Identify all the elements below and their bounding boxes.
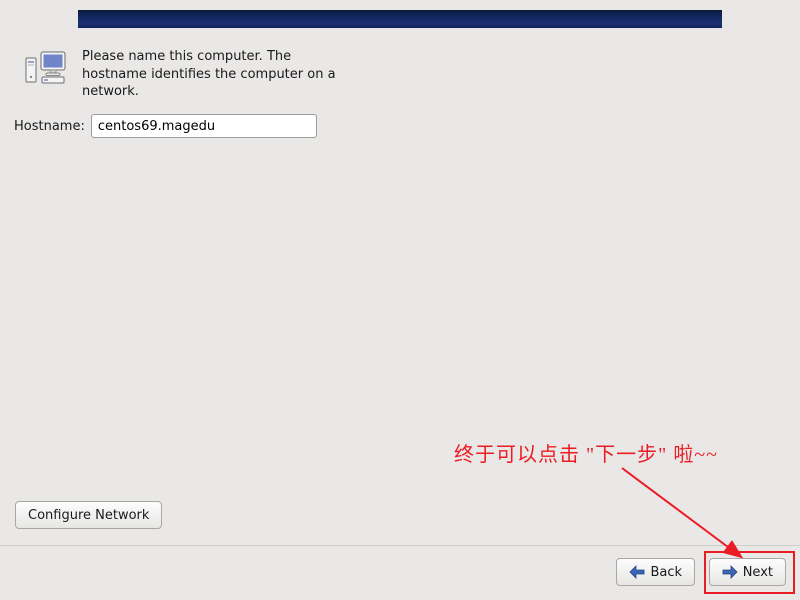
next-button-label: Next bbox=[743, 565, 773, 580]
hostname-row: Hostname: bbox=[14, 114, 317, 138]
hostname-label: Hostname: bbox=[14, 119, 85, 134]
arrow-left-icon bbox=[629, 565, 645, 579]
instruction-text: Please name this computer. The hostname … bbox=[82, 48, 352, 101]
network-computer-icon bbox=[24, 48, 68, 86]
back-button[interactable]: Back bbox=[616, 558, 695, 586]
header-banner bbox=[78, 10, 722, 28]
hostname-input[interactable] bbox=[91, 114, 317, 138]
configure-network-button[interactable]: Configure Network bbox=[15, 501, 162, 529]
arrow-right-icon bbox=[722, 565, 738, 579]
footer-nav: Back Next bbox=[0, 545, 800, 600]
next-button[interactable]: Next bbox=[709, 558, 786, 586]
annotation-text: 终于可以点击 "下一步" 啦~~ bbox=[454, 438, 718, 467]
header-row: Please name this computer. The hostname … bbox=[24, 48, 352, 101]
back-button-label: Back bbox=[650, 565, 682, 580]
